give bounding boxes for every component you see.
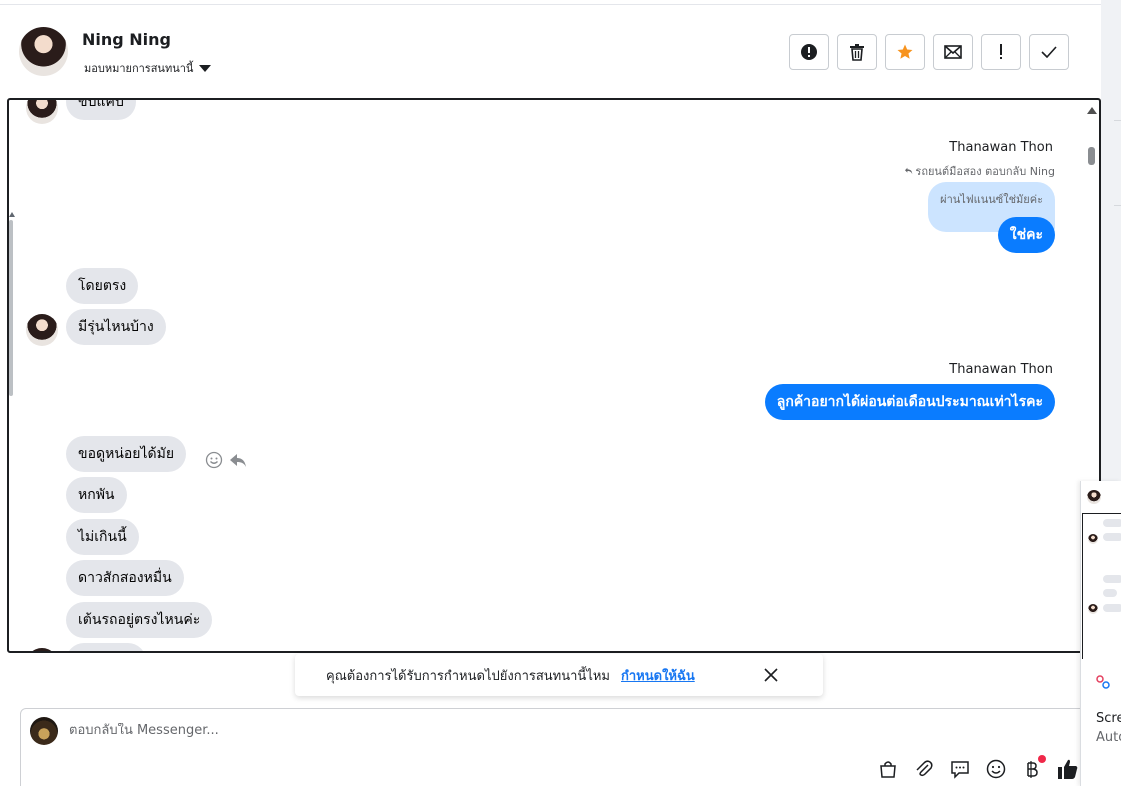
chat-bubble-icon xyxy=(951,761,969,779)
incoming-message[interactable]: หกพัน xyxy=(66,477,127,513)
contact-avatar[interactable] xyxy=(19,27,68,76)
like-button[interactable] xyxy=(1056,757,1080,781)
assign-banner: คุณต้องการได้รับการกำหนดไปยังการสนทนานี้… xyxy=(295,654,823,696)
message-thread[interactable]: ขับแคป Thanawan Thon รถยนต์มือสอง ตอบกลั… xyxy=(7,98,1101,653)
reply-input[interactable] xyxy=(69,723,969,738)
incoming-message[interactable]: โดยตรง xyxy=(66,268,139,304)
thumbs-up-icon xyxy=(1058,759,1078,779)
saved-replies-button[interactable] xyxy=(948,757,972,781)
conversation-toolbar xyxy=(789,34,1069,70)
incoming-message[interactable]: ขอดูหน่อยได้มัย xyxy=(66,436,187,472)
close-icon[interactable] xyxy=(762,666,780,684)
composer-tools xyxy=(876,755,1080,781)
mini-bubble xyxy=(1103,589,1117,597)
mini-avatar xyxy=(1088,604,1098,614)
scroll-up-icon[interactable] xyxy=(1087,107,1097,114)
mini-avatar xyxy=(1087,490,1101,504)
alert-circle-icon xyxy=(801,44,817,60)
emoji-icon xyxy=(986,759,1006,779)
baht-icon xyxy=(1027,761,1038,778)
sender-name: Thanawan Thon xyxy=(949,362,1053,377)
app-logo-icon xyxy=(1096,675,1110,689)
reply-icon[interactable] xyxy=(229,451,247,469)
incoming-message[interactable]: มีรุ่นไหนบ้าง xyxy=(66,309,166,345)
exclamation-icon xyxy=(1000,44,1002,59)
shop-button[interactable] xyxy=(876,757,900,781)
thumbnail-preview-panel: Scre Auto xyxy=(1080,481,1121,786)
mini-bubble xyxy=(1103,604,1121,612)
mini-bottom-card[interactable]: Scre Auto xyxy=(1081,659,1121,786)
checkmark-icon xyxy=(1041,46,1057,58)
mini-thread xyxy=(1082,513,1121,661)
shopping-bag-icon xyxy=(880,761,896,778)
notification-dot xyxy=(1038,755,1046,763)
page: Ning Ning มอบหมายการสนทนานี้ ขับแคป Than… xyxy=(0,0,1121,786)
sender-name: Thanawan Thon xyxy=(949,140,1053,155)
message-avatar xyxy=(26,648,58,651)
envelope-icon xyxy=(944,45,962,59)
assign-to-me-link[interactable]: กำหนดให้ฉัน xyxy=(621,665,695,686)
reply-meta-text: รถยนต์มือสอง ตอบกลับ Ning xyxy=(915,165,1055,178)
incoming-message[interactable]: ดาวสักสองหมื่น xyxy=(66,560,184,596)
outgoing-message[interactable]: ลูกค้าอยากได้ผ่อนต่อเดือนประมาณเท่าไรคะ xyxy=(764,384,1055,420)
caret-down-icon xyxy=(199,64,212,72)
spam-button[interactable] xyxy=(789,34,829,70)
incoming-message[interactable]: ไม่เกินนี้ xyxy=(66,519,139,555)
message-avatar xyxy=(26,314,58,346)
assign-conversation-dropdown[interactable]: มอบหมายการสนทนานี้ xyxy=(84,59,212,77)
mark-done-button[interactable] xyxy=(1029,34,1069,70)
mini-title: Scre xyxy=(1096,711,1121,726)
page-avatar xyxy=(30,717,58,745)
mini-bubble xyxy=(1103,533,1121,541)
mini-subtitle: Auto xyxy=(1096,730,1121,745)
incoming-message[interactable]: ขับแคป xyxy=(66,100,136,120)
mini-bubble xyxy=(1103,575,1121,583)
paperclip-icon xyxy=(916,760,933,777)
star-icon xyxy=(897,44,913,59)
incoming-message[interactable]: เต้นรถอยู่ตรงไหนค่ะ xyxy=(66,602,213,638)
emoji-button[interactable] xyxy=(984,757,1008,781)
mini-bubble xyxy=(1103,519,1121,527)
right-strip-divider xyxy=(1114,205,1121,206)
incoming-message-partial[interactable] xyxy=(66,643,146,651)
scroll-thumb[interactable] xyxy=(1088,147,1095,165)
payment-button[interactable] xyxy=(1020,755,1046,781)
outgoing-message[interactable]: ใช่คะ xyxy=(997,217,1055,253)
mark-unread-button[interactable] xyxy=(933,34,973,70)
trash-icon xyxy=(850,44,864,61)
edge-arrow-icon xyxy=(9,212,15,217)
message-actions xyxy=(205,451,247,469)
mini-avatar xyxy=(1088,534,1098,544)
message-avatar xyxy=(26,100,58,124)
reply-composer xyxy=(20,708,1090,786)
follow-up-button[interactable] xyxy=(981,34,1021,70)
left-scroll-edge[interactable] xyxy=(9,220,13,396)
star-button[interactable] xyxy=(885,34,925,70)
reply-arrow-icon xyxy=(905,167,913,175)
contact-name[interactable]: Ning Ning xyxy=(82,30,171,49)
attach-button[interactable] xyxy=(912,757,936,781)
assign-banner-text: คุณต้องการได้รับการกำหนดไปยังการสนทนานี้… xyxy=(326,669,610,684)
delete-button[interactable] xyxy=(837,34,877,70)
top-divider xyxy=(0,4,1101,5)
reply-meta: รถยนต์มือสอง ตอบกลับ Ning xyxy=(905,162,1055,180)
emoji-react-icon[interactable] xyxy=(205,451,223,469)
assign-label: มอบหมายการสนทนานี้ xyxy=(84,62,194,75)
right-strip-divider xyxy=(1114,120,1121,121)
